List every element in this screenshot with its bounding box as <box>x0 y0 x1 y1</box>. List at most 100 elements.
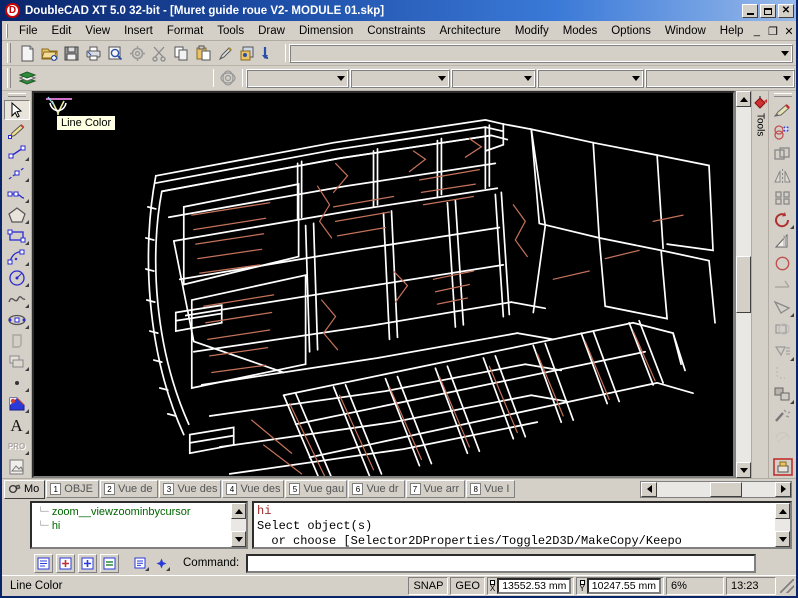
lineweight-combo[interactable] <box>537 68 644 88</box>
undo-icon[interactable] <box>258 43 280 64</box>
offset-tool[interactable] <box>770 319 795 340</box>
tab-vue-arriere[interactable]: 7 Vue arr <box>405 480 466 498</box>
menu-options[interactable]: Options <box>604 23 658 39</box>
scroll-up-button[interactable] <box>736 91 751 107</box>
menu-constraints[interactable]: Constraints <box>360 23 432 39</box>
textstyle-combo[interactable] <box>645 68 795 88</box>
spline-tool[interactable] <box>4 289 30 309</box>
minimize-button[interactable] <box>742 3 758 18</box>
rotate-tool[interactable] <box>770 209 795 230</box>
snap-indicator[interactable]: SNAP <box>408 577 449 595</box>
mdi-restore-button[interactable]: ❐ <box>766 25 779 38</box>
tab-scroll-track[interactable] <box>657 481 775 497</box>
extrude-tool[interactable] <box>770 231 795 252</box>
group-tool[interactable] <box>770 384 795 405</box>
menu-draw[interactable]: Draw <box>251 23 292 39</box>
y-coordinate[interactable]: Y 10247.55 mm <box>576 577 664 595</box>
arcmod-tool[interactable] <box>770 428 795 449</box>
cut-icon[interactable] <box>148 43 170 64</box>
line-tool[interactable] <box>4 142 30 162</box>
tab-vue-droite[interactable]: 6 Vue dr <box>348 480 405 498</box>
insert-button[interactable] <box>78 553 97 573</box>
menu-modes[interactable]: Modes <box>556 23 605 39</box>
tab-vue-des-3[interactable]: 3 Vue des <box>159 480 222 498</box>
close-button[interactable]: ✕ <box>778 3 794 18</box>
paste-icon[interactable] <box>192 43 214 64</box>
hatch-tool[interactable] <box>4 394 30 414</box>
modify-toolbar-grip[interactable] <box>773 93 792 97</box>
tab-scroll-thumb[interactable] <box>710 481 743 497</box>
history-scroll-up-button[interactable] <box>231 503 246 519</box>
menu-file[interactable]: File <box>12 23 45 39</box>
list-flyout-button[interactable] <box>131 554 149 573</box>
history-item[interactable]: └─ zoom__viewzoominbycursor <box>38 505 229 519</box>
menu-format[interactable]: Format <box>160 23 210 39</box>
menu-insert[interactable]: Insert <box>117 23 160 39</box>
select-tool[interactable] <box>3 99 30 120</box>
tab-vue-des-4[interactable]: 4 Vue des <box>222 480 285 498</box>
tab-scrollbar[interactable] <box>640 480 792 498</box>
fillet-tool[interactable] <box>770 363 795 384</box>
text-tool[interactable]: A <box>4 415 30 435</box>
layers-icon[interactable] <box>14 68 40 89</box>
color-combo[interactable] <box>350 68 450 88</box>
solid-tool[interactable] <box>4 352 30 372</box>
drawing-canvas[interactable]: Line Color <box>32 91 735 478</box>
image-tool[interactable] <box>4 457 30 477</box>
menu-architecture[interactable]: Architecture <box>432 23 507 39</box>
circle-tool[interactable] <box>4 268 30 288</box>
history-scroll-track[interactable] <box>231 519 246 531</box>
paint-brush-tool[interactable] <box>770 100 795 121</box>
draw-toolbar-grip[interactable] <box>7 93 26 97</box>
prompt-scroll-up-button[interactable] <box>775 503 790 519</box>
command-input[interactable] <box>246 553 756 573</box>
trim-tool[interactable] <box>770 275 795 296</box>
history-scroll-down-button[interactable] <box>231 531 246 547</box>
rectangle-tool[interactable] <box>4 226 30 246</box>
prompt-scroll-track[interactable] <box>775 519 790 531</box>
mdi-close-button[interactable]: ✕ <box>782 25 795 38</box>
construction-line-tool[interactable] <box>4 163 30 183</box>
print-icon[interactable] <box>82 43 104 64</box>
menu-modify[interactable]: Modify <box>508 23 556 39</box>
chamfer-tool[interactable] <box>770 297 795 318</box>
prompt-scrollbar[interactable] <box>775 503 790 547</box>
tab-vue-gauche[interactable]: 5 Vue gau <box>285 480 348 498</box>
properties-button[interactable] <box>34 553 53 573</box>
explode-tool[interactable] <box>770 341 795 362</box>
canvas-viewport[interactable]: Line Color <box>34 93 733 476</box>
resize-grip[interactable] <box>780 579 794 593</box>
ellipse-tool[interactable] <box>4 310 30 330</box>
equal-button[interactable] <box>100 553 119 573</box>
polygon-tool[interactable] <box>4 205 30 225</box>
menu-grip[interactable] <box>6 24 8 38</box>
arc-tool[interactable] <box>4 247 30 267</box>
open-icon[interactable] <box>38 43 60 64</box>
snap-flyout-button[interactable] <box>152 554 170 573</box>
tools-panel-tab[interactable]: Tools <box>751 91 768 478</box>
point-tool[interactable] <box>4 373 30 393</box>
toolbar-grip[interactable] <box>7 43 11 63</box>
prompt-scroll-down-button[interactable] <box>775 531 790 547</box>
revolve-tool[interactable] <box>770 253 795 274</box>
menu-dimension[interactable]: Dimension <box>292 23 360 39</box>
tab-scroll-left-button[interactable] <box>641 481 657 497</box>
canvas-vertical-scrollbar[interactable] <box>735 91 751 478</box>
zoom-level[interactable]: 6% <box>666 577 724 595</box>
command-history-panel[interactable]: └─ zoom__viewzoominbycursor └─ hi <box>30 501 248 549</box>
prompt-panel[interactable]: hi Select object(s) or choose [Selector2… <box>252 501 792 549</box>
tab-scroll-right-button[interactable] <box>775 481 791 497</box>
layer-combo[interactable] <box>246 68 349 88</box>
paste-special-icon[interactable] <box>236 43 258 64</box>
render-tool[interactable] <box>770 456 795 477</box>
mdi-minimize-button[interactable]: _ <box>750 25 763 37</box>
geo-indicator[interactable]: GEO <box>450 577 485 595</box>
pro-tool[interactable]: PRO <box>4 436 30 456</box>
boolean-tool[interactable] <box>770 122 795 143</box>
mirror-tool[interactable] <box>770 166 795 187</box>
tab-obje[interactable]: 1 OBJE <box>46 480 100 498</box>
history-scrollbar[interactable] <box>231 503 246 547</box>
linestyle-combo[interactable] <box>451 68 536 88</box>
menu-window[interactable]: Window <box>658 23 713 39</box>
print-preview-icon[interactable] <box>104 43 126 64</box>
